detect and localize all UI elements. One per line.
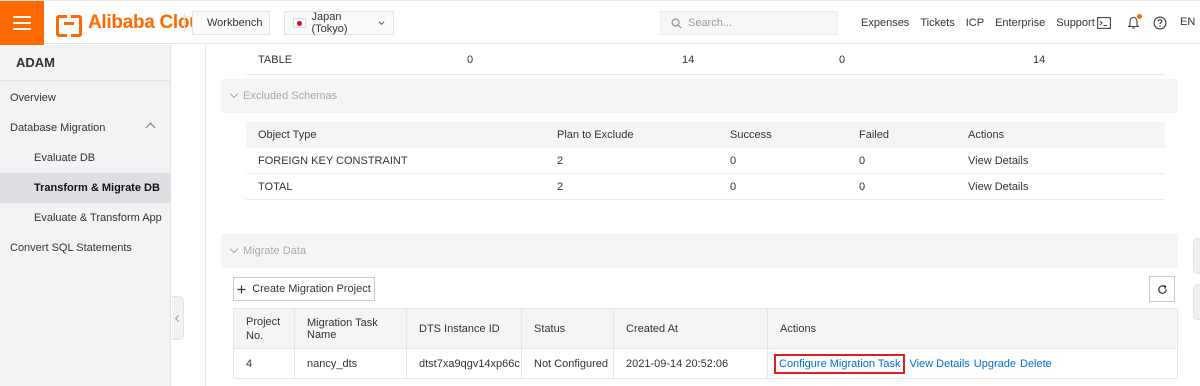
table-cell: 0 [730,154,737,167]
chevron-left-icon [174,314,183,322]
migration-task-table: Project No. Migration Task Name DTS Inst… [233,309,1178,386]
plus-icon [237,285,246,293]
table-cell: 2 [557,180,564,193]
table-cell: 2 [557,154,564,167]
search-box[interactable] [660,11,838,35]
sidebar-item-overview[interactable]: Overview [0,83,170,113]
table-cell: 0 [859,154,866,167]
sidebar-title: ADAM [0,45,170,81]
table-cell: 0 [730,180,737,193]
language-switch[interactable]: EN [1180,16,1195,28]
table-row: TOTAL 2 0 0 View Details [246,174,1165,200]
support-link[interactable]: Support [1056,17,1095,29]
refresh-icon [1157,284,1167,294]
sidebar-item-evaluate-transform-app[interactable]: Evaluate & Transform App [0,203,170,233]
table-row: FOREIGN KEY CONSTRAINT 2 0 0 View Detail… [246,148,1165,174]
migrate-data-panel-header[interactable]: Migrate Data [221,234,1178,268]
table-cell: 2021-09-14 20:52:06 [614,349,768,379]
column-header: DTS Instance ID [407,309,522,349]
workbench-button[interactable]: Workbench [192,11,270,35]
table-cell: 0 [859,180,866,193]
table-cell: dtst7xa9qgv14xp66c [407,349,522,379]
table-cell: 14 [682,53,695,66]
table-header-row: Project No. Migration Task Name DTS Inst… [233,309,1178,349]
panel-title: Migrate Data [243,245,306,257]
help-icon[interactable] [1151,14,1169,32]
column-header: Success [730,129,772,141]
expenses-link[interactable]: Expenses [861,17,909,29]
sidebar-item-label: Evaluate & Transform App [34,212,162,224]
column-header: Created At [614,309,768,349]
column-header: Actions [968,129,1005,141]
column-header: Actions [768,309,1178,349]
workbench-label: Workbench [207,17,263,29]
upgrade-link[interactable]: Upgrade [974,358,1016,370]
right-drawer-handle[interactable] [1193,284,1200,320]
table-cell: nancy_dts [295,349,407,379]
table-cell: TOTAL [258,180,293,193]
panel-title: Excluded Schemas [243,90,338,102]
region-selector[interactable]: Japan (Tokyo) [284,11,394,35]
column-header: Status [522,309,614,349]
column-header: Plan to Exclude [557,129,634,141]
column-header: Failed [859,129,889,141]
table-cell: 14 [1033,53,1046,66]
view-details-link[interactable]: View Details [968,155,1028,167]
configure-migration-task-link[interactable]: Configure Migration Task [774,353,906,374]
sidebar-item-label: Database Migration [10,122,106,134]
excluded-schemas-panel-header[interactable]: Excluded Schemas [221,79,1178,113]
tickets-link[interactable]: Tickets [920,17,954,29]
sidebar-item-database-migration[interactable]: Database Migration [0,113,170,143]
chevron-down-icon [378,21,385,26]
table-cell: 0 [839,53,846,66]
view-details-link[interactable]: View Details [968,181,1028,193]
icp-link[interactable]: ICP [966,17,984,29]
chevron-down-icon [229,89,239,99]
table-header-row: Object Type Plan to Exclude Success Fail… [246,122,1165,148]
sidebar-item-label: Transform & Migrate DB [34,182,160,194]
search-input[interactable] [688,17,828,29]
status-text: Not Configured [522,349,614,379]
table-cell: 0 [467,53,474,66]
top-links: Expenses Tickets ICP Enterprise Support [861,1,1106,45]
hamburger-menu-icon[interactable] [0,1,44,45]
column-header: Project No. [233,309,295,349]
sidebar-item-label: Evaluate DB [34,152,96,164]
japan-flag-icon [293,18,306,28]
chevron-up-icon [145,122,156,133]
alibaba-cloud-logo[interactable]: Alibaba Cloud [56,12,212,37]
delete-link[interactable]: Delete [1020,358,1052,370]
enterprise-link[interactable]: Enterprise [995,17,1045,29]
top-navigation-bar: Alibaba Cloud Workbench Japan (Tokyo) Ex… [0,0,1200,45]
alibaba-cloud-mark-icon [56,15,82,37]
table-cell: FOREIGN KEY CONSTRAINT [258,154,408,167]
sidebar-item-convert-sql[interactable]: Convert SQL Statements [0,233,170,263]
terminal-icon[interactable] [1095,14,1113,32]
table-row: 4 nancy_dts dtst7xa9qgv14xp66c Not Confi… [233,349,1178,379]
notification-dot [1137,14,1142,19]
main-content: TABLE 0 14 0 14 Excluded Schemas Object … [206,45,1200,386]
sidebar-item-label: Convert SQL Statements [10,242,132,254]
column-header: Migration Task Name [295,309,407,349]
chevron-down-icon [229,244,239,254]
create-migration-project-button[interactable]: Create Migration Project [233,277,375,301]
actions-cell: Configure Migration Task View Details Up… [768,349,1178,379]
search-icon [671,18,682,28]
refresh-button[interactable] [1149,276,1175,302]
view-details-link[interactable]: View Details [909,358,969,370]
divider [184,13,185,33]
sidebar-item-transform-migrate-db[interactable]: Transform & Migrate DB [0,173,170,203]
column-header: Object Type [258,129,317,141]
table-cell: TABLE [258,53,293,66]
sidebar: ADAM Overview Database Migration Evaluat… [0,45,171,386]
region-label: Japan (Tokyo) [311,11,348,35]
table-row: TABLE 0 14 0 14 [246,45,1165,75]
sidebar-item-label: Overview [10,92,56,104]
right-drawer-handle[interactable] [1193,238,1200,274]
bell-icon[interactable] [1124,14,1142,32]
button-label: Create Migration Project [252,283,371,295]
sidebar-collapse-handle[interactable] [172,296,184,340]
sidebar-item-evaluate-db[interactable]: Evaluate DB [0,143,170,173]
table-cell: 4 [233,349,295,379]
